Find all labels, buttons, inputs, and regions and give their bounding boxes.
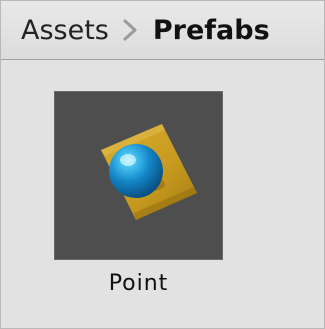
breadcrumb-item-prefabs[interactable]: Prefabs — [153, 17, 270, 44]
chevron-right-icon — [123, 19, 137, 41]
asset-label-point[interactable]: Point — [55, 271, 222, 296]
breadcrumb-item-assets[interactable]: Assets — [21, 17, 109, 44]
asset-tile-point[interactable] — [55, 92, 222, 259]
project-browser-panel: Assets Prefabs Point — [0, 0, 325, 329]
breadcrumb: Assets Prefabs — [1, 1, 324, 60]
prefab-sphere-cube-icon — [101, 124, 197, 220]
